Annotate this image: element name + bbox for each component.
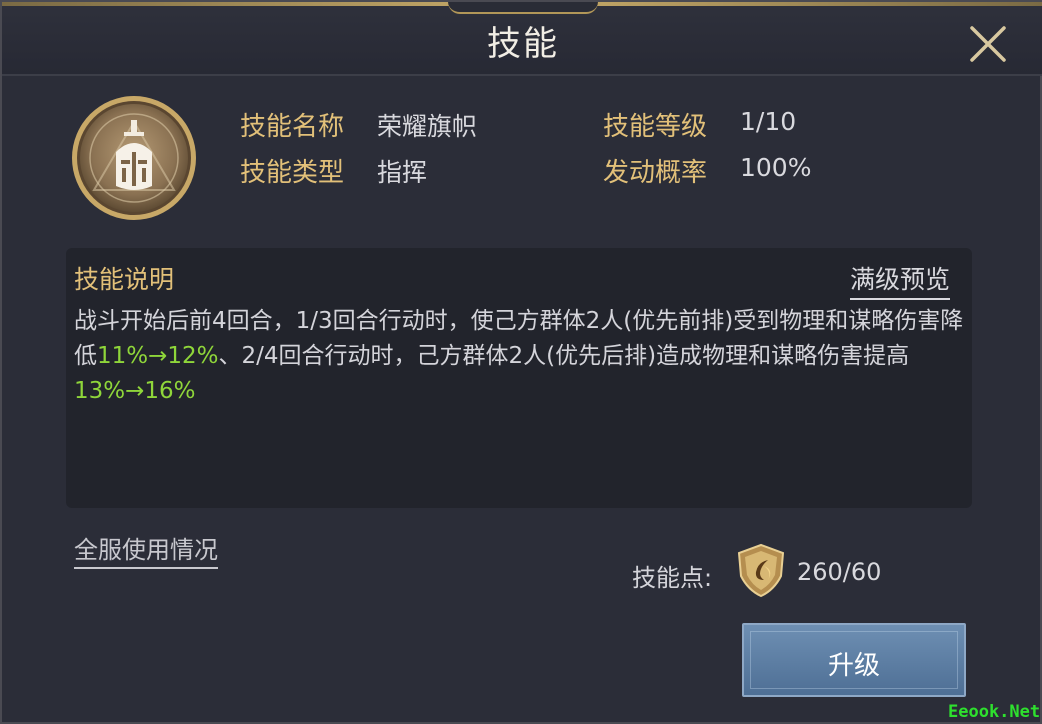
trigger-chance-value: 100%	[740, 153, 812, 182]
description-highlight: 13%→16%	[74, 378, 196, 404]
skill-level-label: 技能等级	[603, 112, 708, 142]
skill-type-label: 技能类型	[240, 158, 345, 188]
upgrade-button-label: 升级	[827, 651, 880, 681]
description-highlight: 11%→12%	[97, 343, 219, 369]
skill-points-label: 技能点:	[632, 564, 713, 592]
max-level-preview-link[interactable]: 满级预览	[850, 260, 951, 300]
description-text: 战斗开始后前4回合，1/3回合行动时，使己方群体2人(优先前排)受到物理和谋略伤…	[74, 304, 964, 409]
skill-level-value: 1/10	[740, 107, 797, 136]
dialog-header: 技能	[2, 2, 1042, 76]
trigger-chance-label: 发动概率	[603, 158, 708, 188]
upgrade-button[interactable]: 升级	[742, 623, 966, 697]
skill-point-shield-icon	[734, 542, 788, 598]
watermark: Eeook.Net	[948, 702, 1041, 722]
server-usage-link[interactable]: 全服使用情况	[74, 530, 218, 569]
header-notch-ornament	[448, 2, 598, 14]
skill-points-value: 260/60	[797, 558, 882, 586]
skill-dialog: 技能 技能名称 荣耀旗帜 技能等级 1/10 技能类型 指挥 发动概率 100%…	[0, 0, 1042, 724]
skill-name-label: 技能名称	[240, 112, 345, 142]
skill-type-value: 指挥	[377, 158, 428, 187]
description-segment: 、2/4回合行动时，己方群体2人(优先后排)造成物理和谋略伤害提高	[218, 343, 910, 369]
description-title: 技能说明	[74, 265, 175, 294]
dialog-title: 技能	[487, 24, 559, 64]
close-icon[interactable]	[964, 20, 1012, 68]
helmet-sword-emblem-icon	[70, 94, 198, 222]
skill-name-value: 荣耀旗帜	[377, 112, 478, 141]
